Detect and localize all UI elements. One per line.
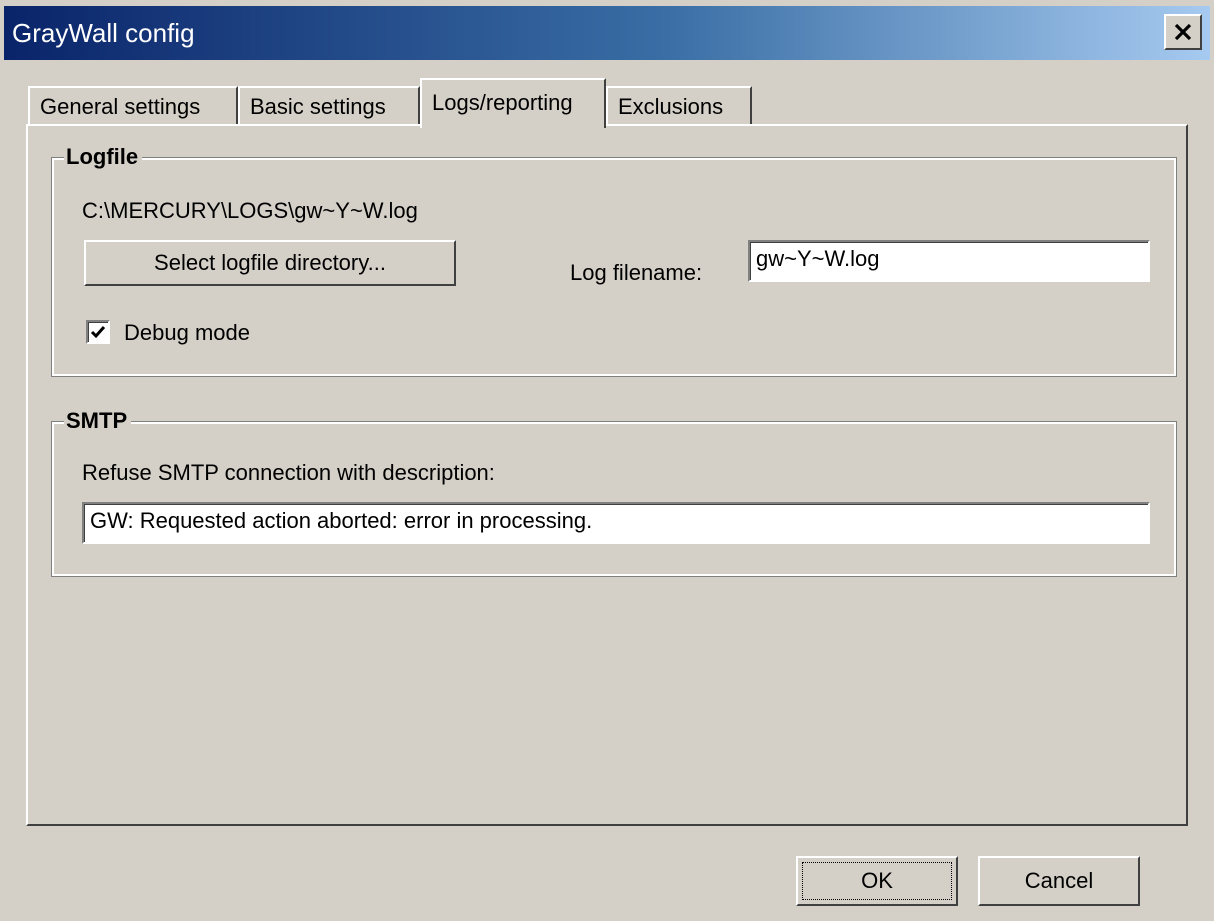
ok-button[interactable]: OK: [796, 856, 958, 906]
log-filename-input[interactable]: gw~Y~W.log: [748, 240, 1150, 282]
tab-basic-settings[interactable]: Basic settings: [238, 86, 420, 126]
smtp-description-value: GW: Requested action aborted: error in p…: [90, 508, 593, 533]
select-logfile-directory-label: Select logfile directory...: [154, 250, 386, 275]
tab-label: Exclusions: [618, 94, 724, 119]
tab-general-settings[interactable]: General settings: [28, 86, 238, 126]
smtp-description-label: Refuse SMTP connection with description:: [82, 460, 495, 485]
tab-panel-logs-reporting: Logfile C:\MERCURY\LOGS\gw~Y~W.log Selec…: [26, 124, 1188, 826]
checkmark-icon: [90, 326, 106, 339]
smtp-description-input[interactable]: GW: Requested action aborted: error in p…: [82, 502, 1150, 544]
focus-rectangle: [802, 862, 952, 900]
tab-label: General settings: [40, 94, 201, 119]
tab-label: Basic settings: [250, 94, 386, 119]
logfile-group-title: Logfile: [64, 144, 143, 170]
cancel-button[interactable]: Cancel: [978, 856, 1140, 906]
debug-mode-checkbox[interactable]: [86, 320, 110, 344]
config-dialog: GrayWall config General settings Basic s…: [0, 0, 1214, 921]
title-bar[interactable]: GrayWall config: [4, 6, 1210, 60]
tab-label: Logs/reporting: [432, 90, 573, 115]
tab-logs-reporting[interactable]: Logs/reporting: [420, 78, 606, 128]
cancel-label: Cancel: [1024, 868, 1094, 893]
log-filename-label: Log filename:: [570, 260, 703, 285]
smtp-group: SMTP Refuse SMTP connection with descrip…: [51, 408, 1177, 577]
tab-exclusions[interactable]: Exclusions: [606, 86, 752, 126]
debug-mode-label: Debug mode: [124, 320, 250, 345]
smtp-group-title: SMTP: [64, 408, 132, 434]
close-button[interactable]: [1164, 14, 1202, 50]
select-logfile-directory-button[interactable]: Select logfile directory...: [84, 240, 456, 286]
logfile-group: Logfile C:\MERCURY\LOGS\gw~Y~W.log Selec…: [51, 144, 1177, 377]
logfile-path: C:\MERCURY\LOGS\gw~Y~W.log: [82, 198, 418, 223]
window-title: GrayWall config: [12, 18, 195, 48]
close-icon: [1174, 23, 1192, 41]
log-filename-value: gw~Y~W.log: [756, 246, 880, 271]
